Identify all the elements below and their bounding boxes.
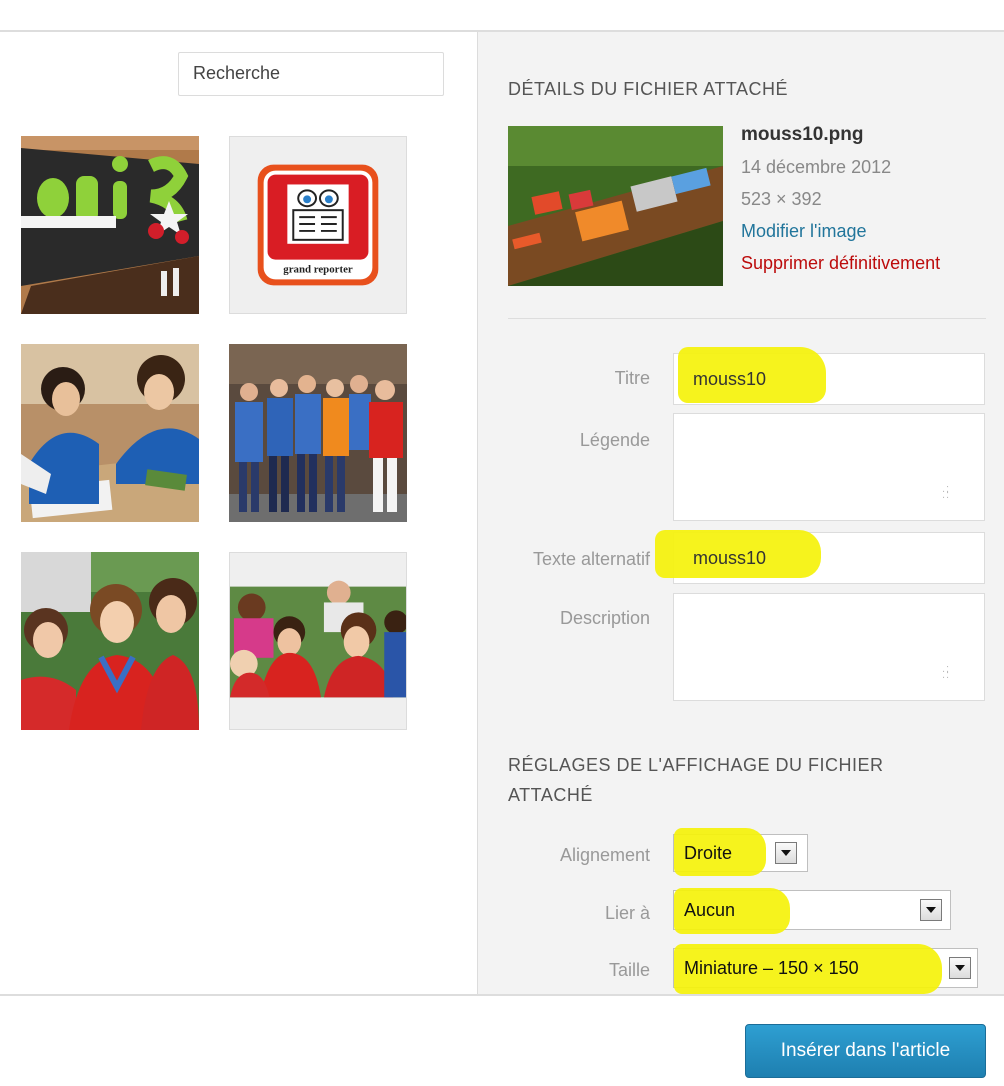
grand-reporter-logo-image: grand reporter <box>230 137 406 313</box>
display-settings-heading-line1: RÉGLAGES DE L'AFFICHAGE DU FICHIER <box>508 755 884 775</box>
caption-resize-grip-icon[interactable]: .:.: <box>942 484 950 501</box>
size-dropdown-arrow-icon[interactable] <box>949 957 971 979</box>
svg-text:grand reporter: grand reporter <box>283 263 353 275</box>
alignment-label: Alignement <box>559 845 650 865</box>
alignment-value: Droite <box>684 843 733 863</box>
library-thumb-girls-writing[interactable] <box>21 344 199 522</box>
girls-red-shirts-image <box>21 552 199 730</box>
caption-textarea[interactable] <box>673 413 985 521</box>
link-to-value: Aucun <box>684 900 736 920</box>
girls-writing-image <box>21 344 199 522</box>
details-divider <box>508 318 986 319</box>
delete-permanently-link[interactable]: Supprimer définitivement <box>741 253 940 274</box>
library-thumb-group-photo[interactable] <box>229 344 407 522</box>
size-label: Taille <box>608 960 650 980</box>
mouss10-preview-image <box>508 126 723 286</box>
edit-image-link[interactable]: Modifier l'image <box>741 221 866 242</box>
display-settings-heading-line2: ATTACHÉ <box>508 785 593 805</box>
caption-label: Légende <box>579 430 650 450</box>
group-photo-image <box>229 344 407 522</box>
alignment-dropdown-arrow-icon[interactable] <box>775 842 797 864</box>
library-thumb-grand-reporter[interactable]: grand reporter <box>229 136 407 314</box>
modal-top-bar <box>0 0 1004 32</box>
search-input[interactable]: Recherche <box>178 52 444 96</box>
library-thumb-louis[interactable] <box>21 136 199 314</box>
size-value: Miniature – 150 × 150 <box>684 958 859 978</box>
attachment-filename: mouss10.png <box>741 124 864 145</box>
description-textarea[interactable] <box>673 593 985 701</box>
description-label: Description <box>559 608 650 628</box>
attachment-preview <box>508 126 723 286</box>
alt-text-label: Texte alternatif <box>532 549 650 569</box>
attachment-dimensions: 523 × 392 <box>741 189 822 209</box>
attachment-date: 14 décembre 2012 <box>741 157 892 177</box>
group-sitting-image <box>230 553 406 729</box>
library-thumb-girls-red-shirts[interactable] <box>21 552 199 730</box>
alt-text-value: mouss10 <box>693 548 767 568</box>
link-to-label: Lier à <box>604 903 650 923</box>
title-label: Titre <box>614 368 650 388</box>
louis-letters-image <box>21 136 199 314</box>
library-thumb-group-sitting[interactable] <box>229 552 407 730</box>
insert-into-post-button[interactable]: Insérer dans l'article <box>745 1024 986 1078</box>
link-to-dropdown-arrow-icon[interactable] <box>920 899 942 921</box>
description-resize-grip-icon[interactable]: .:.: <box>942 664 950 681</box>
title-value: mouss10 <box>693 369 767 389</box>
attachment-details-heading: DÉTAILS DU FICHIER ATTACHÉ <box>508 79 789 99</box>
